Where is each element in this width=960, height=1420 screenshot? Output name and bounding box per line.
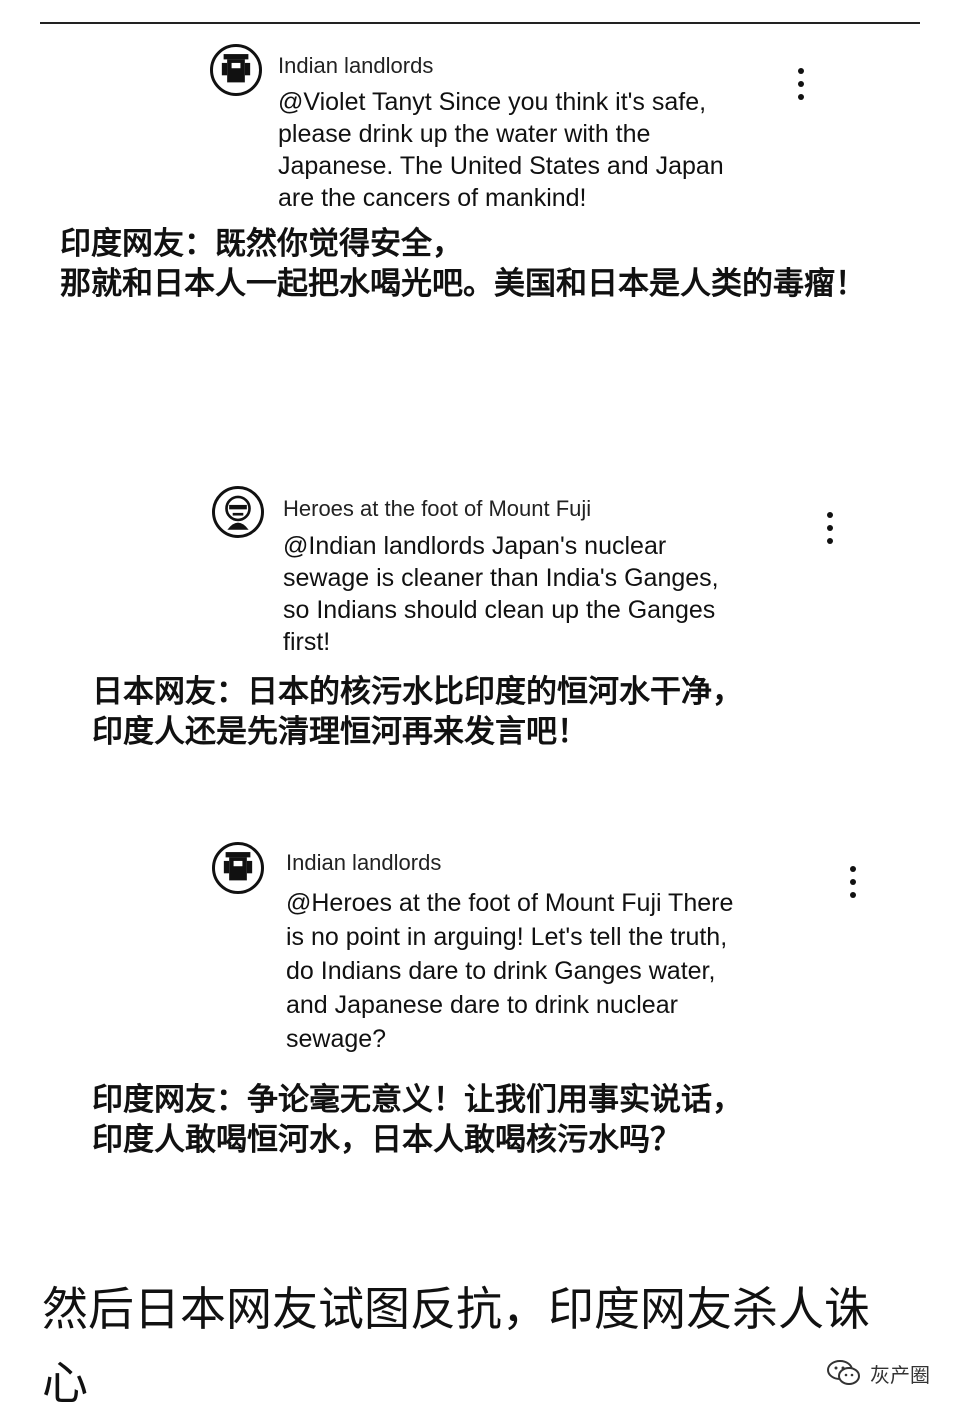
comment-3: Indian landlords @Heroes at the foot of … [0, 830, 960, 1170]
comment-translation: 日本网友：日本的核污水比印度的恒河水干净， 印度人还是先清理恒河再来发言吧！ [92, 674, 743, 750]
figure-avatar-icon[interactable] [212, 842, 264, 894]
comment-translation: 印度网友：争论毫无意义！让我们用事实说话， 印度人敢喝恒河水，日本人敢喝核污水吗… [92, 1082, 743, 1158]
comment-1: Indian landlords @Violet Tanyt Since you… [0, 0, 960, 310]
comment-text: @Heroes at the foot of Mount Fuji There … [286, 889, 734, 1053]
comment-author[interactable]: Indian landlords [286, 850, 441, 876]
wechat-icon [827, 1360, 860, 1385]
comment-text: @Violet Tanyt Since you think it's safe,… [278, 88, 724, 212]
watermark-text: 灰产圈 [870, 1362, 930, 1387]
figure-avatar-icon[interactable] [210, 44, 262, 96]
more-vertical-icon[interactable] [820, 512, 840, 552]
more-vertical-icon[interactable] [843, 866, 863, 906]
watermark: 灰产圈 [826, 1358, 930, 1388]
comment-text: @Indian landlords Japan's nuclear sewage… [283, 532, 719, 656]
comment-author[interactable]: Indian landlords [278, 53, 433, 79]
comment-translation: 印度网友：既然你觉得安全， 那就和日本人一起把水喝光吧。美国和日本是人类的毒瘤！ [60, 226, 866, 302]
more-vertical-icon[interactable] [791, 68, 811, 108]
comment-2: Heroes at the foot of Mount Fuji @Indian… [0, 470, 960, 760]
comment-author[interactable]: Heroes at the foot of Mount Fuji [283, 496, 591, 522]
caption-text: 然后日本网友试图反抗，印度网友杀人诛心 [42, 1282, 870, 1410]
face-avatar-icon[interactable] [212, 486, 264, 538]
